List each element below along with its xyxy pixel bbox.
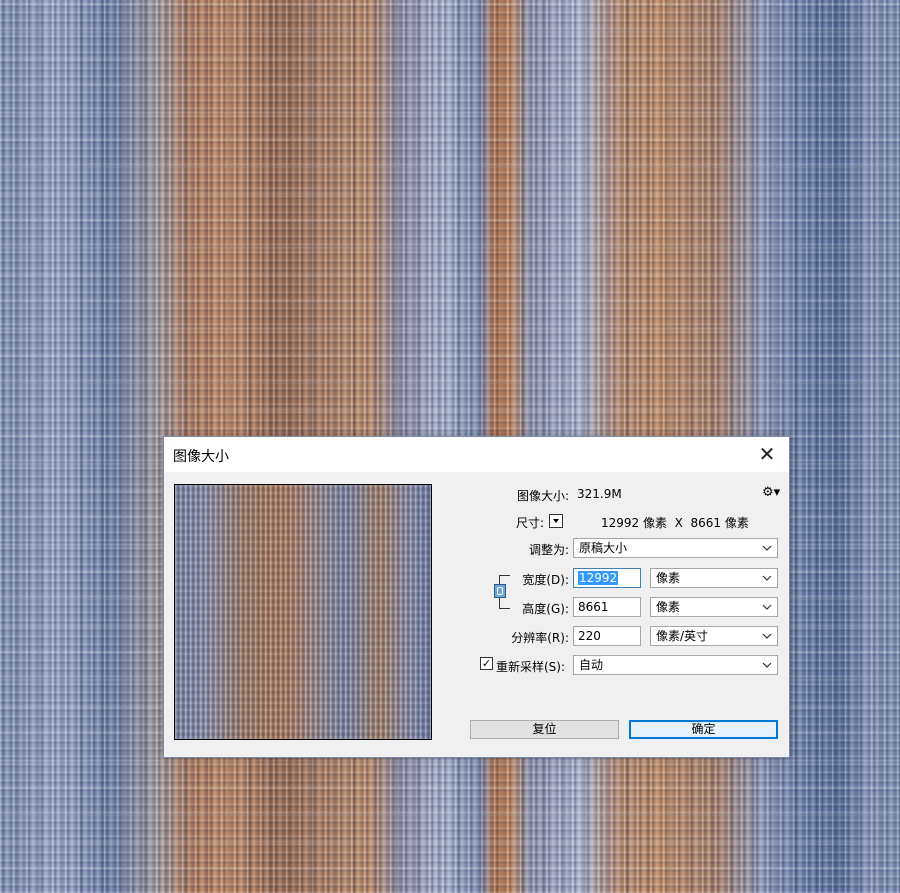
reset-button[interactable]: 复位 — [470, 720, 619, 739]
image-size-value: 321.9M — [577, 487, 622, 501]
resample-label: 重新采样(S): — [496, 660, 566, 674]
resample-select[interactable]: 自动 — [573, 655, 778, 675]
chevron-down-icon — [762, 604, 772, 610]
fit-to-select[interactable]: 原稿大小 — [573, 538, 778, 558]
ok-button[interactable]: 确定 — [629, 720, 778, 739]
image-size-label: 图像大小: — [516, 489, 569, 503]
width-label: 宽度(D): — [522, 573, 569, 587]
dimensions-value: 12992 像素 X 8661 像素 — [601, 516, 749, 530]
chevron-down-icon — [762, 575, 772, 581]
height-unit-value: 像素 — [656, 600, 681, 614]
fit-to-value: 原稿大小 — [579, 541, 628, 555]
resolution-unit-select[interactable]: 像素/英寸 — [650, 626, 778, 646]
resolution-label: 分辨率(R): — [511, 631, 569, 645]
title-bar: 图像大小 ✕ — [164, 437, 789, 472]
gear-icon[interactable]: ⚙▾ — [762, 485, 780, 501]
fit-to-label: 调整为: — [528, 543, 569, 557]
resolution-unit-value: 像素/英寸 — [656, 629, 709, 643]
height-label: 高度(G): — [522, 602, 569, 616]
resample-checkbox[interactable]: ✓ — [480, 657, 493, 670]
resample-value: 自动 — [579, 658, 604, 672]
dimensions-label: 尺寸: — [515, 516, 544, 530]
height-unit-select[interactable]: 像素 — [650, 597, 778, 617]
image-size-dialog: 图像大小 ✕ 图像大小: 321.9M ⚙▾ 尺寸: 12992 像素 X 86… — [163, 436, 790, 758]
dimensions-unit-dropdown[interactable] — [549, 514, 563, 528]
chevron-down-icon — [762, 662, 772, 668]
image-preview[interactable] — [174, 484, 432, 740]
chevron-down-icon — [762, 633, 772, 639]
resolution-input[interactable]: 220 — [573, 626, 641, 646]
width-unit-select[interactable]: 像素 — [650, 568, 778, 588]
width-input[interactable]: 12992 — [573, 568, 641, 588]
chevron-down-icon — [762, 545, 772, 551]
dialog-title: 图像大小 — [173, 449, 229, 465]
width-unit-value: 像素 — [656, 571, 681, 585]
resolution-value: 220 — [578, 629, 601, 643]
close-icon[interactable]: ✕ — [745, 437, 789, 472]
height-input[interactable]: 8661 — [573, 597, 641, 617]
height-value: 8661 — [578, 600, 609, 614]
width-value: 12992 — [578, 571, 619, 585]
